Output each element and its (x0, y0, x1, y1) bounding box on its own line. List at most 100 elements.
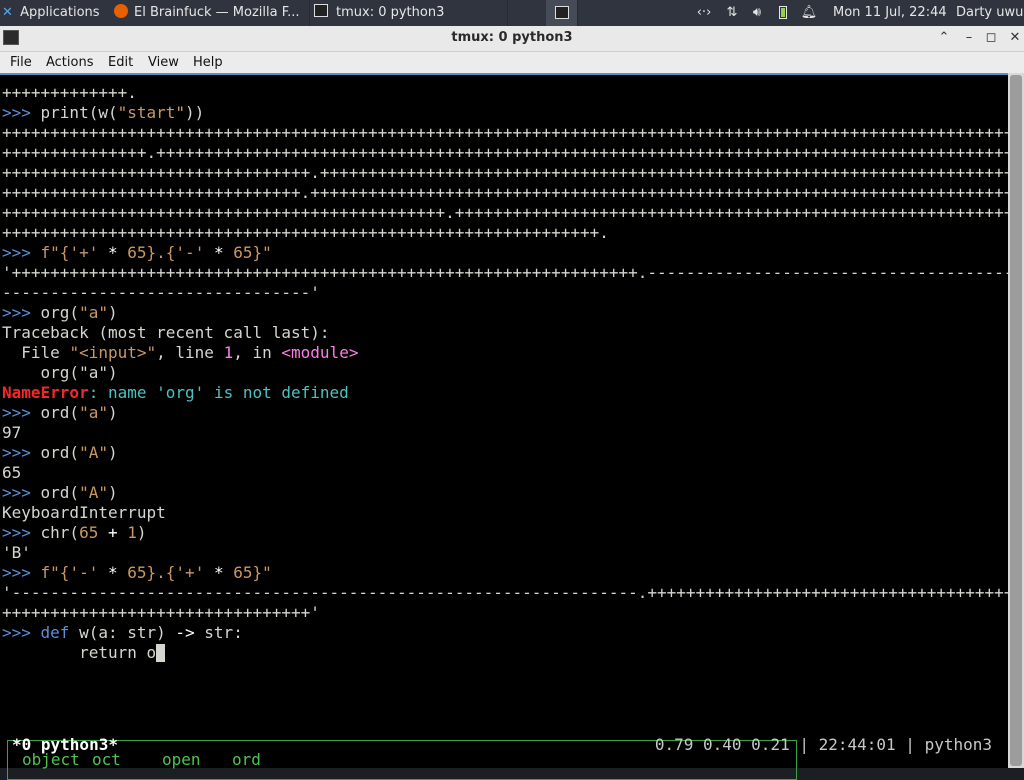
terminal-text: f"{ (40, 563, 70, 582)
window-title: tmux: 0 python3 (451, 30, 573, 45)
taskbar-item-terminal[interactable]: tmux: 0 python3 (310, 0, 508, 26)
terminal-line: Traceback (most recent call last): (2, 323, 330, 343)
terminal-text: ++++++++++++++++++++++++++++++++.+++++++… (2, 163, 1024, 182)
completion-item[interactable]: open (162, 750, 201, 770)
terminal-line: '---------------------------------------… (2, 583, 1023, 603)
terminal-line: --------------------------------' (2, 283, 320, 303)
terminal-line: org("a") (2, 363, 118, 383)
terminal-line: File "<input>", line 1, in <module> (2, 343, 358, 363)
terminal-line: >>> chr(65 + 1) (2, 523, 147, 543)
terminal-text: 65 (233, 563, 253, 582)
terminal-line: ++++++++++++++++++++++++++++++++' (2, 603, 320, 623)
terminal-text: KeyboardInterrupt (2, 503, 166, 522)
terminal-text: chr( (40, 523, 80, 542)
completion-item[interactable]: ord (232, 750, 261, 770)
terminal-text: ++++++++++++++++++++++++++++++++++++++++… (2, 203, 1024, 222)
terminal-text: w(a: str) (79, 623, 176, 642)
transfer-arrows-icon[interactable]: ⇅ (722, 0, 742, 26)
terminal-text: "a" (79, 303, 108, 322)
terminal-line: +++++++++++++. (2, 83, 137, 103)
desktop-panel: ✕ Applications El Brainfuck — Mozilla F.… (0, 0, 1024, 26)
scrollbar[interactable] (1008, 73, 1024, 768)
terminal-text: ord( (40, 483, 80, 502)
taskbar-item-label: El Brainfuck — Mozilla F... (134, 5, 300, 20)
terminal-text: , in (233, 343, 282, 362)
menu-edit[interactable]: Edit (108, 52, 133, 73)
terminal-text: '-' (69, 563, 99, 582)
maximize-button[interactable]: ◻ (982, 29, 1000, 47)
terminal-text: * (204, 243, 234, 262)
menu-bar: File Actions Edit View Help (0, 52, 1024, 73)
terminal-text: * (98, 243, 128, 262)
terminal-text: >>> (2, 443, 41, 462)
terminal-line: >>> f"{'-' * 65}.{'+' * 65}" (2, 563, 272, 583)
terminal-line: >>> ord("A") (2, 443, 118, 463)
terminal-line: ++++++++++++++++++++++++++++++++++++++++… (2, 123, 1024, 143)
applications-label: Applications (20, 5, 100, 20)
terminal-text: 65 (127, 243, 147, 262)
terminal-text: '+++++++++++++++++++++++++++++++++++++++… (2, 263, 1024, 282)
tmux-status-right: 0.79 0.40 0.21 | 22:44:01 | python3 (654, 735, 992, 754)
taskbar-item-firefox[interactable]: El Brainfuck — Mozilla F... (110, 0, 310, 26)
menu-view[interactable]: View (148, 52, 179, 73)
tmux-status-window: *0 python3* (12, 735, 118, 754)
terminal-line: ++++++++++++++++++++++++++++++++++++++++… (2, 203, 1023, 223)
terminal-text: }" (252, 563, 272, 582)
terminal-text: >>> (2, 483, 41, 502)
terminal-text: : name (88, 383, 157, 402)
terminal-line: return o (2, 643, 166, 663)
terminal-text: * (204, 563, 234, 582)
terminal-text: return o (2, 643, 157, 662)
terminal-text: >>> (2, 403, 41, 422)
bell-icon[interactable]: 🔔︎ (800, 0, 818, 26)
terminal-text: "a" (79, 403, 108, 422)
applications-menu-button[interactable]: ✕ Applications (2, 0, 110, 26)
terminal-text: '+' (69, 243, 99, 262)
terminal-text: ++++++++++++++++++++++++++++++++' (2, 603, 320, 622)
volume-icon[interactable]: 🔊︎ (748, 0, 766, 26)
terminal-line: >>> ord("a") (2, 403, 118, 423)
workspace-switcher[interactable] (546, 0, 578, 26)
terminal-text: 1 (223, 343, 234, 362)
terminal-text: ) (107, 483, 118, 502)
terminal-line: >>> print(w("start")) (2, 103, 204, 123)
close-button[interactable]: ✕ (1006, 29, 1024, 47)
terminal-text: NameError (2, 383, 89, 402)
terminal-text: <module> (281, 343, 359, 362)
battery-icon[interactable] (776, 0, 790, 26)
xfce-logo-icon: ✕ (2, 5, 13, 20)
terminal-area[interactable]: +++++++++++++. >>> print(w("start")) +++++… (0, 73, 1024, 780)
terminal-text: ) (136, 523, 147, 542)
window-titlebar[interactable]: tmux: 0 python3 ⌃ – ◻ ✕ (0, 26, 1024, 52)
terminal-text: '-' (175, 243, 205, 262)
terminal-text: +++++++++++++++++++++++++++++++.++++++++… (2, 183, 1024, 202)
terminal-text: +++++++++++++++.++++++++++++++++++++++++… (2, 143, 1014, 162)
terminal-text: "<input>" (69, 343, 157, 362)
terminal-line: >>> f"{'+' * 65}.{'-' * 65}" (2, 243, 272, 263)
minimize-button[interactable]: – (960, 29, 978, 47)
terminal-line: 'B' (2, 543, 31, 563)
terminal-text: "A" (79, 443, 108, 462)
collapse-icon[interactable]: ⌃ (935, 29, 953, 47)
menu-help[interactable]: Help (193, 52, 223, 73)
terminal-text: >>> (2, 623, 41, 642)
terminal-line: ++++++++++++++++++++++++++++++++.+++++++… (2, 163, 1023, 183)
menu-actions[interactable]: Actions (46, 52, 94, 73)
menu-file[interactable]: File (10, 52, 32, 73)
terminal-line: +++++++++++++++++++++++++++++++.++++++++… (2, 183, 1023, 203)
panel-user[interactable]: Darty uwu (956, 0, 1023, 26)
scrollbar-thumb[interactable] (1010, 75, 1022, 766)
terminal-text: ) (107, 303, 118, 322)
panel-clock[interactable]: Mon 11 Jul, 22:44 (833, 0, 947, 26)
terminal-line: +++++++++++++++.++++++++++++++++++++++++… (2, 143, 1013, 163)
network-icon[interactable]: ‹·› (694, 0, 714, 26)
terminal-text: Traceback (most recent call last): (2, 323, 330, 342)
terminal-text: 97 (2, 423, 22, 442)
terminal-icon (314, 4, 328, 17)
terminal-line: 65 (2, 463, 21, 483)
terminal-line: NameError: name 'org' is not defined (2, 383, 349, 403)
firefox-icon (114, 4, 128, 18)
terminal-text: >>> (2, 303, 41, 322)
terminal-text: >>> (2, 523, 41, 542)
terminal-text: is not defined (204, 383, 349, 402)
